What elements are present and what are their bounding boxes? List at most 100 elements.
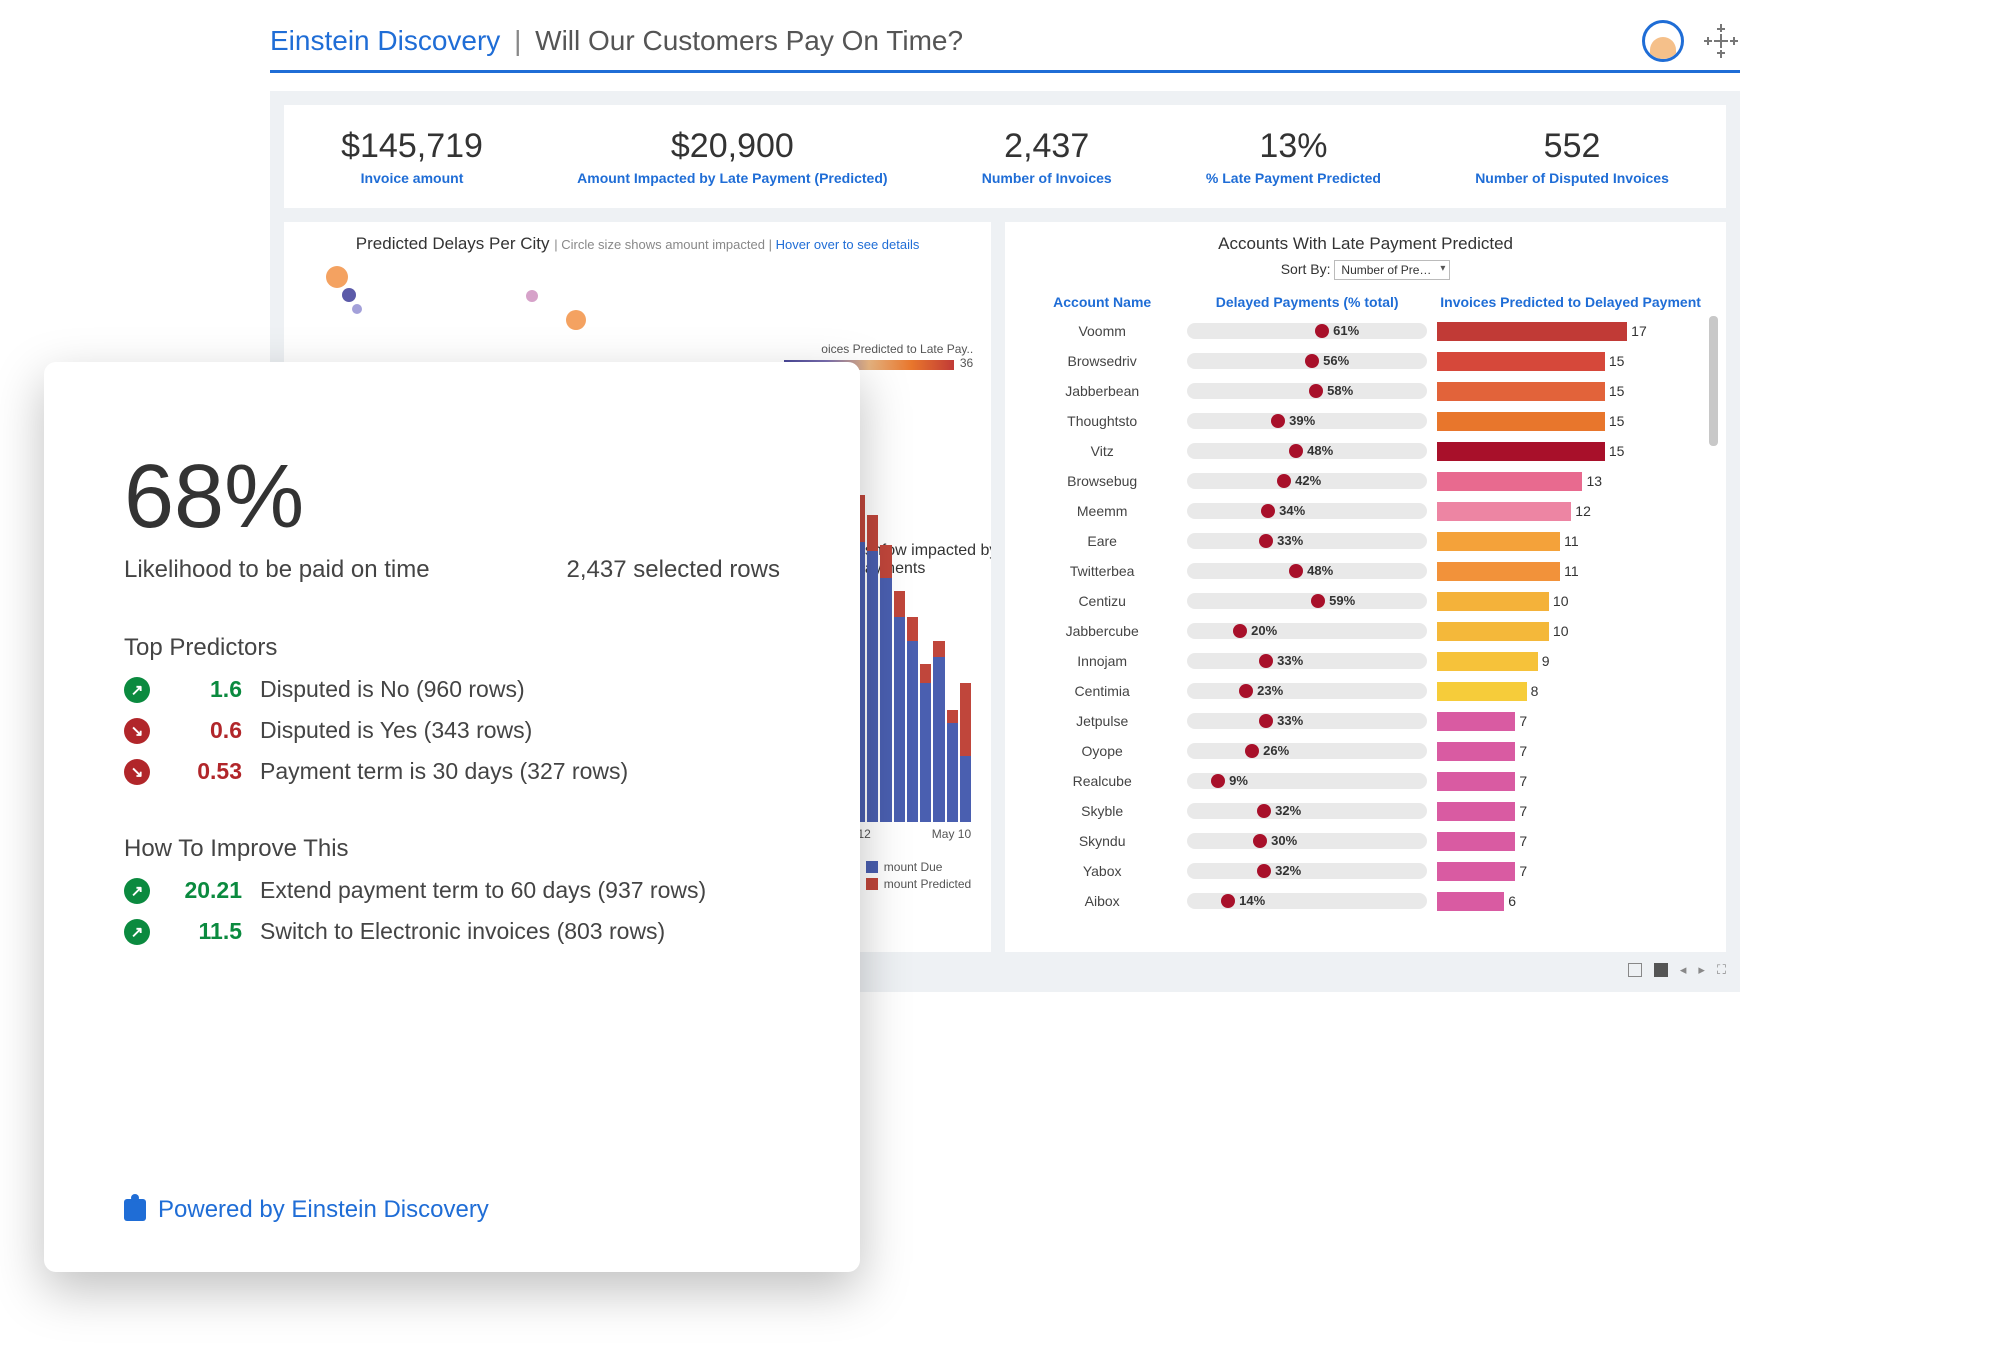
- kpi-num-invoices: 2,437 Number of Invoices: [982, 127, 1112, 186]
- col-invoices-predicted[interactable]: Invoices Predicted to Delayed Payment: [1427, 294, 1714, 310]
- cell-delayed-track: 48%: [1187, 563, 1427, 579]
- cell-delayed-track: 33%: [1187, 653, 1427, 669]
- map-dot[interactable]: [566, 310, 586, 330]
- cell-account-name: Voomm: [1017, 323, 1187, 339]
- bar-column[interactable]: [907, 617, 918, 822]
- cell-account-name: Thoughtsto: [1017, 413, 1187, 429]
- cell-invoices-bar: 15: [1427, 412, 1714, 431]
- table-row[interactable]: Eare33%11: [1017, 526, 1714, 556]
- map-dot[interactable]: [342, 288, 356, 302]
- accounts-panel: Accounts With Late Payment Predicted Sor…: [1005, 222, 1726, 952]
- predictor-text: Switch to Electronic invoices (803 rows): [260, 918, 665, 945]
- table-row[interactable]: Skyble32%7: [1017, 796, 1714, 826]
- cell-invoices-bar: 15: [1427, 352, 1714, 371]
- predictor-text: Disputed is No (960 rows): [260, 676, 525, 703]
- map-dot[interactable]: [526, 290, 538, 302]
- map-viz[interactable]: [296, 262, 979, 342]
- table-row[interactable]: Thoughtsto39%15: [1017, 406, 1714, 436]
- hover-hint: Hover over to see details: [776, 237, 920, 252]
- cell-delayed-track: 61%: [1187, 323, 1427, 339]
- table-row[interactable]: Realcube9%7: [1017, 766, 1714, 796]
- cell-invoices-bar: 15: [1427, 382, 1714, 401]
- cell-delayed-track: 32%: [1187, 863, 1427, 879]
- predictor-value: 0.53: [174, 758, 242, 785]
- col-delayed-pct[interactable]: Delayed Payments (% total): [1187, 294, 1427, 310]
- bar-column[interactable]: [867, 515, 878, 822]
- map-dot[interactable]: [326, 266, 348, 288]
- bar-column[interactable]: [894, 591, 905, 822]
- table-header: Account Name Delayed Payments (% total) …: [1017, 288, 1714, 316]
- view-sheet-button[interactable]: [1654, 963, 1668, 977]
- cell-invoices-bar: 10: [1427, 592, 1714, 611]
- tableau-logo-icon[interactable]: [1702, 22, 1740, 60]
- col-account-name[interactable]: Account Name: [1017, 294, 1187, 310]
- bar-column[interactable]: [933, 641, 944, 823]
- cell-account-name: Skyndu: [1017, 833, 1187, 849]
- brand-text: Einstein Discovery: [270, 25, 500, 56]
- cell-delayed-track: 26%: [1187, 743, 1427, 759]
- kpi-value: 2,437: [982, 127, 1112, 166]
- table-row[interactable]: Centizu59%10: [1017, 586, 1714, 616]
- cell-delayed-track: 39%: [1187, 413, 1427, 429]
- prev-button[interactable]: ◂: [1680, 962, 1687, 978]
- table-row[interactable]: Twitterbea48%11: [1017, 556, 1714, 586]
- cell-invoices-bar: 13: [1427, 472, 1714, 491]
- title-separator: |: [514, 25, 521, 56]
- cell-invoices-bar: 7: [1427, 802, 1714, 821]
- cell-invoices-bar: 12: [1427, 502, 1714, 521]
- table-row[interactable]: Yabox32%7: [1017, 856, 1714, 886]
- cell-invoices-bar: 17: [1427, 322, 1714, 341]
- kpi-label: % Late Payment Predicted: [1206, 170, 1381, 186]
- bar-column[interactable]: [880, 545, 891, 822]
- scrollbar-thumb[interactable]: [1709, 316, 1718, 446]
- kpi-disputed: 552 Number of Disputed Invoices: [1475, 127, 1669, 186]
- bar-column[interactable]: [960, 683, 971, 822]
- table-row[interactable]: Voomm61%17: [1017, 316, 1714, 346]
- table-row[interactable]: Oyope26%7: [1017, 736, 1714, 766]
- prediction-tooltip: 68% Likelihood to be paid on time 2,437 …: [44, 362, 860, 1272]
- kpi-value: $145,719: [341, 127, 483, 166]
- powered-by[interactable]: Powered by Einstein Discovery: [124, 1196, 489, 1224]
- cell-invoices-bar: 9: [1427, 652, 1714, 671]
- table-row[interactable]: Jabberbean58%15: [1017, 376, 1714, 406]
- kpi-late-pct: 13% % Late Payment Predicted: [1206, 127, 1381, 186]
- kpi-value: 13%: [1206, 127, 1381, 166]
- table-row[interactable]: Aibox14%6: [1017, 886, 1714, 916]
- table-row[interactable]: Browsedriv56%15: [1017, 346, 1714, 376]
- cell-account-name: Realcube: [1017, 773, 1187, 789]
- cell-delayed-track: 59%: [1187, 593, 1427, 609]
- view-thumbnail-button[interactable]: [1628, 963, 1642, 977]
- cell-delayed-track: 33%: [1187, 533, 1427, 549]
- table-row[interactable]: Skyndu30%7: [1017, 826, 1714, 856]
- predictor-value: 11.5: [174, 918, 242, 945]
- table-row[interactable]: Meemm34%12: [1017, 496, 1714, 526]
- table-row[interactable]: Jetpulse33%7: [1017, 706, 1714, 736]
- table-row[interactable]: Centimia23%8: [1017, 676, 1714, 706]
- kpi-label: Number of Disputed Invoices: [1475, 170, 1669, 186]
- cell-invoices-bar: 8: [1427, 682, 1714, 701]
- bar-column[interactable]: [920, 664, 931, 822]
- map-title: Predicted Delays Per City | Circle size …: [296, 234, 979, 254]
- table-body[interactable]: Voomm61%17Browsedriv56%15Jabberbean58%15…: [1017, 316, 1714, 916]
- fullscreen-button[interactable]: ⛶: [1717, 962, 1726, 978]
- cell-delayed-track: 33%: [1187, 713, 1427, 729]
- map-dot[interactable]: [352, 304, 362, 314]
- bar-column[interactable]: [947, 710, 958, 822]
- table-row[interactable]: Browsebug42%13: [1017, 466, 1714, 496]
- next-button[interactable]: ▸: [1698, 962, 1705, 978]
- cell-account-name: Twitterbea: [1017, 563, 1187, 579]
- cell-account-name: Jetpulse: [1017, 713, 1187, 729]
- cell-account-name: Centizu: [1017, 593, 1187, 609]
- table-row[interactable]: Vitz48%15: [1017, 436, 1714, 466]
- page-title: Einstein Discovery | Will Our Customers …: [270, 25, 963, 57]
- cell-account-name: Meemm: [1017, 503, 1187, 519]
- table-row[interactable]: Innojam33%9: [1017, 646, 1714, 676]
- cell-delayed-track: 58%: [1187, 383, 1427, 399]
- likelihood-value: 68%: [124, 452, 780, 542]
- cell-delayed-track: 56%: [1187, 353, 1427, 369]
- sort-select[interactable]: Number of Pre…: [1334, 260, 1450, 280]
- predictor-row: ↘0.6Disputed is Yes (343 rows): [124, 717, 780, 744]
- legend-swatch-icon: [866, 861, 878, 873]
- table-row[interactable]: Jabbercube20%10: [1017, 616, 1714, 646]
- einstein-avatar-icon[interactable]: [1642, 20, 1684, 62]
